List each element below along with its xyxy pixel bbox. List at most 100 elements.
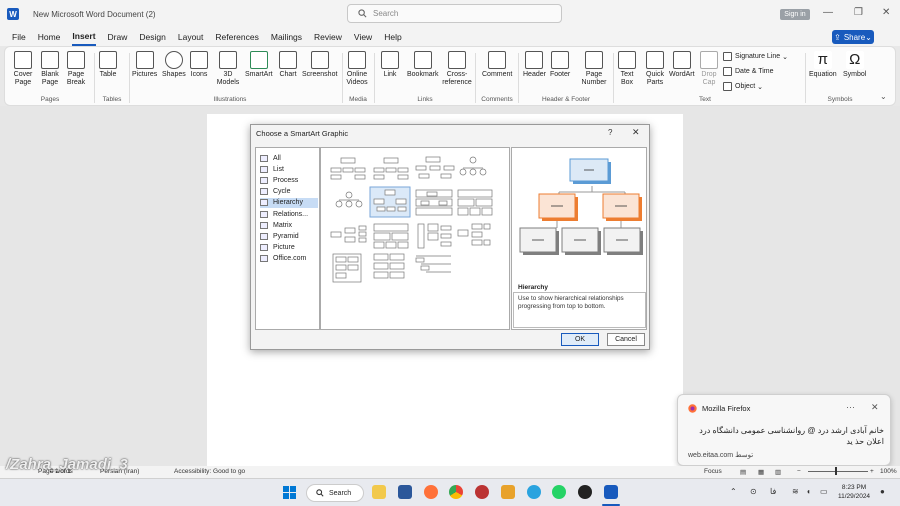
- dialog-close-icon[interactable]: ✕: [632, 127, 640, 138]
- comment-button[interactable]: Comment: [482, 51, 512, 79]
- layout-thumb-horizontal-multi[interactable]: [457, 223, 491, 246]
- web-layout-icon[interactable]: ▥: [775, 468, 781, 476]
- cancel-button[interactable]: Cancel: [607, 333, 645, 346]
- layout-thumb-half-circle[interactable]: [415, 156, 455, 179]
- category-picture[interactable]: Picture: [260, 243, 318, 253]
- minimize-icon[interactable]: —: [823, 7, 833, 18]
- volume-icon[interactable]: ◖: [806, 487, 811, 496]
- layout-thumb-lined-list[interactable]: [373, 253, 405, 279]
- 3d-models-button[interactable]: 3D Models: [215, 51, 241, 87]
- cross-reference-button[interactable]: Cross-reference: [441, 51, 473, 87]
- menu-tab-mailings[interactable]: Mailings: [271, 28, 302, 46]
- menu-tab-review[interactable]: Review: [314, 28, 342, 46]
- notification-close-icon[interactable]: ✕: [871, 402, 879, 413]
- pinned-app-black-icon[interactable]: [578, 485, 592, 499]
- layout-thumb-circle-picture[interactable]: [459, 156, 487, 176]
- header-button[interactable]: Header: [523, 51, 546, 79]
- whatsapp-icon[interactable]: [552, 485, 566, 499]
- chrome-icon[interactable]: [449, 485, 463, 499]
- category-all[interactable]: All: [260, 153, 318, 163]
- accessibility-status[interactable]: Accessibility: Good to go: [174, 468, 245, 475]
- read-mode-icon[interactable]: ▤: [740, 468, 746, 476]
- firefox-notification[interactable]: Mozilla Firefox ··· ✕ خانم آبادی ارشد در…: [677, 394, 891, 466]
- share-button[interactable]: ⇪ Share ⌄: [832, 30, 874, 44]
- zoom-level[interactable]: 100%: [880, 468, 897, 475]
- zoom-in-icon[interactable]: +: [870, 468, 874, 475]
- wifi-icon[interactable]: ≋: [792, 487, 799, 496]
- page-number-button[interactable]: Page Number: [579, 51, 609, 87]
- restore-icon[interactable]: ❐: [854, 7, 863, 18]
- pinned-app-red-icon[interactable]: [475, 485, 489, 499]
- footer-button[interactable]: Footer: [550, 51, 570, 79]
- layout-thumb-hierarchy-circles[interactable]: [335, 191, 363, 208]
- cover-page-button[interactable]: Cover Page: [11, 51, 35, 87]
- firefox-taskbar-icon[interactable]: [424, 485, 438, 499]
- telegram-icon[interactable]: [527, 485, 541, 499]
- print-layout-icon[interactable]: ▦: [758, 468, 764, 476]
- help-button[interactable]: ?: [608, 128, 612, 137]
- blank-page-button[interactable]: Blank Page: [39, 51, 61, 87]
- screenshot-button[interactable]: Screenshot: [302, 51, 337, 79]
- sign-in-button[interactable]: Sign in: [780, 9, 810, 20]
- location-icon[interactable]: ⊙: [750, 487, 757, 496]
- signature-line-button[interactable]: Signature Line ⌄: [723, 52, 788, 61]
- menu-tab-insert[interactable]: Insert: [72, 28, 96, 46]
- focus-mode-button[interactable]: Focus: [704, 468, 722, 475]
- layout-thumb-horizontal-labeled[interactable]: [417, 223, 452, 249]
- system-clock[interactable]: 8:23 PM 11/29/2024: [838, 483, 870, 501]
- close-window-icon[interactable]: ✕: [882, 7, 890, 18]
- layout-thumb-table-hierarchy[interactable]: [457, 189, 493, 216]
- notification-bell-icon[interactable]: ●: [880, 487, 885, 496]
- category-pyramid[interactable]: Pyramid: [260, 231, 318, 241]
- category-officecom[interactable]: Office.com: [260, 254, 318, 264]
- text-box-button[interactable]: Text Box: [617, 51, 637, 87]
- input-language[interactable]: فا: [770, 487, 776, 496]
- menu-tab-design[interactable]: Design: [139, 28, 165, 46]
- chart-button[interactable]: Chart: [279, 51, 297, 79]
- link-button[interactable]: Link: [381, 51, 399, 79]
- category-hierarchy[interactable]: Hierarchy: [260, 197, 318, 208]
- layout-thumb-hierarchy-list[interactable]: [332, 253, 362, 283]
- symbol-button[interactable]: Ω Symbol: [843, 51, 866, 79]
- table-button[interactable]: Table: [99, 51, 117, 79]
- smartart-button[interactable]: SmartArt: [245, 51, 273, 79]
- layout-thumb-name-title[interactable]: [373, 157, 409, 180]
- wordart-button[interactable]: WordArt: [669, 51, 695, 79]
- online-videos-button[interactable]: Online Videos: [345, 51, 369, 87]
- menu-tab-home[interactable]: Home: [38, 28, 61, 46]
- windows-start-icon[interactable]: [283, 486, 296, 499]
- menu-tab-draw[interactable]: Draw: [108, 28, 128, 46]
- drop-cap-button[interactable]: Drop Cap: [699, 51, 719, 87]
- search-input[interactable]: Search: [347, 4, 562, 23]
- menu-tab-references[interactable]: References: [215, 28, 258, 46]
- layout-thumb-architecture[interactable]: [373, 223, 409, 249]
- equation-button[interactable]: π Equation: [809, 51, 837, 79]
- word-taskbar-icon[interactable]: [604, 485, 618, 499]
- taskbar-search[interactable]: Search: [306, 484, 364, 502]
- menu-tab-file[interactable]: File: [12, 28, 26, 46]
- zoom-out-icon[interactable]: −: [797, 468, 801, 475]
- category-process[interactable]: Process: [260, 175, 318, 185]
- collapse-ribbon-icon[interactable]: ⌄: [880, 92, 887, 101]
- pinned-app-orange-icon[interactable]: [501, 485, 515, 499]
- date-time-button[interactable]: Date & Time: [723, 67, 774, 76]
- layout-thumb-horizontal-hierarchy[interactable]: [330, 225, 367, 243]
- shapes-button[interactable]: Shapes: [162, 51, 186, 79]
- zoom-slider-thumb[interactable]: [835, 467, 837, 475]
- ok-button[interactable]: OK: [561, 333, 599, 346]
- category-list[interactable]: List: [260, 164, 318, 174]
- pictures-button[interactable]: Pictures: [132, 51, 157, 79]
- menu-tab-view[interactable]: View: [354, 28, 372, 46]
- page-break-button[interactable]: Page Break: [65, 51, 87, 87]
- category-cycle[interactable]: Cycle: [260, 187, 318, 197]
- menu-tab-layout[interactable]: Layout: [178, 28, 204, 46]
- object-button[interactable]: Object ⌄: [723, 82, 763, 91]
- category-matrix[interactable]: Matrix: [260, 220, 318, 230]
- store-icon[interactable]: [398, 485, 412, 499]
- bookmark-button[interactable]: Bookmark: [407, 51, 439, 79]
- tray-overflow-icon[interactable]: ⌃: [730, 487, 737, 496]
- menu-tab-help[interactable]: Help: [384, 28, 401, 46]
- battery-icon[interactable]: ▭: [820, 487, 828, 496]
- layout-thumb-labeled-hierarchy[interactable]: [415, 189, 453, 216]
- file-explorer-icon[interactable]: [372, 485, 386, 499]
